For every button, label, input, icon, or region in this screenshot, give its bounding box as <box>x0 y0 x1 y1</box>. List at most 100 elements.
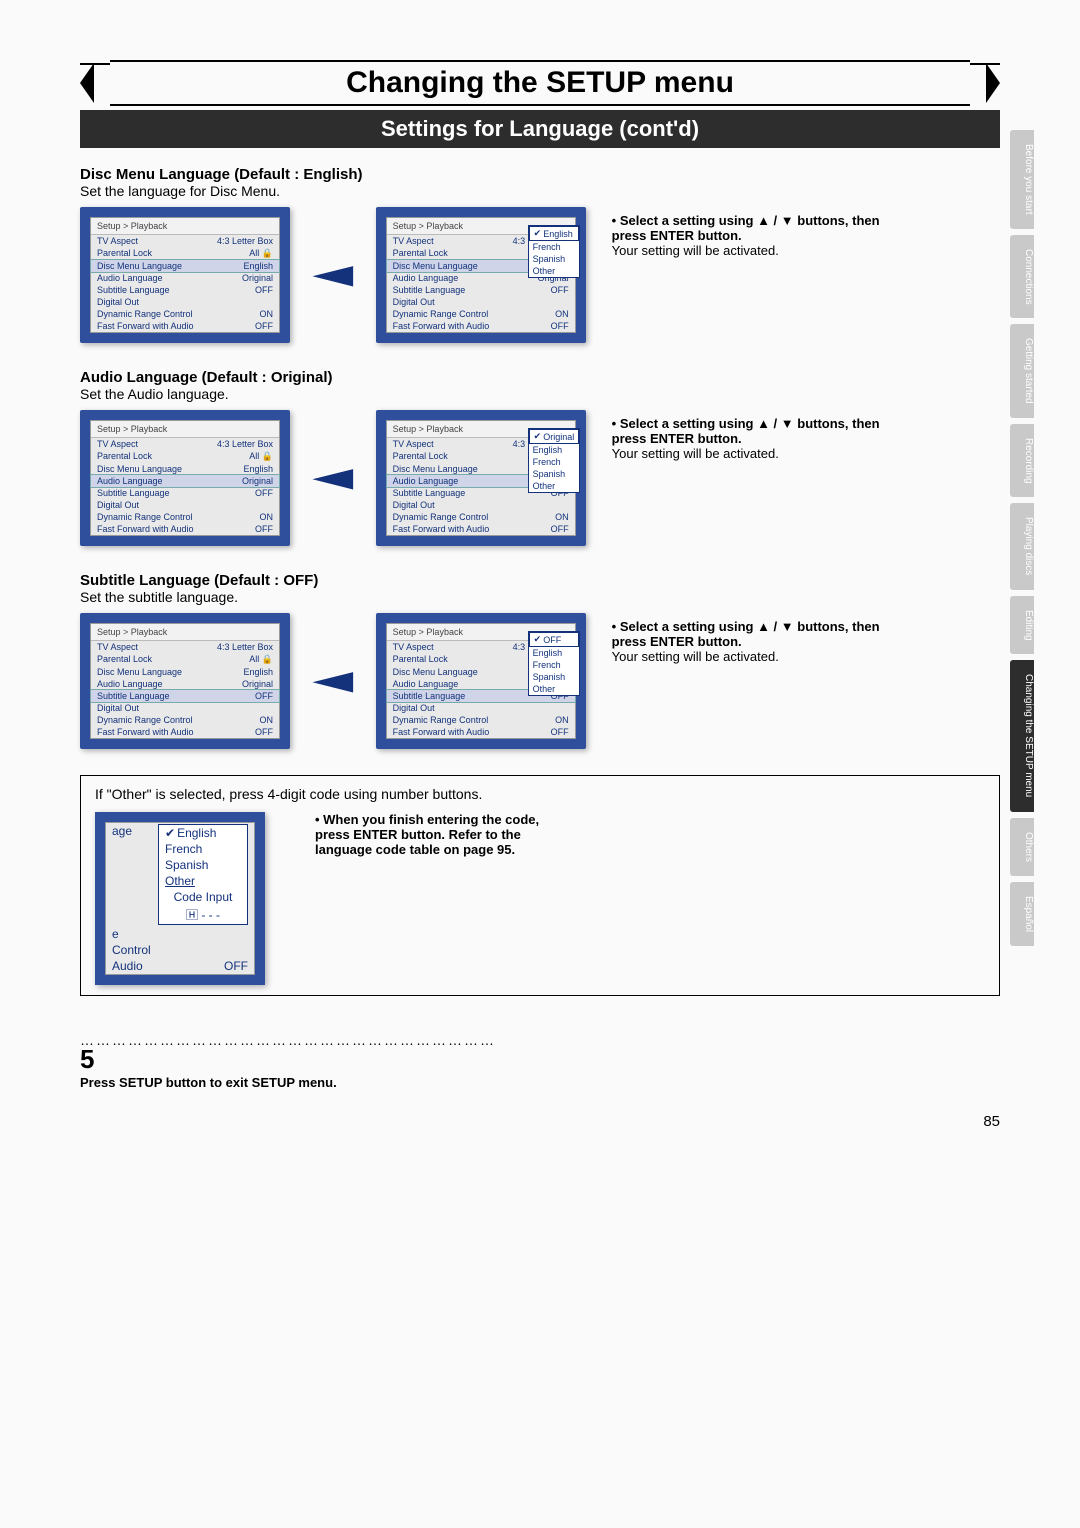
osd-row[interactable]: Subtitle LanguageOFF <box>91 284 279 296</box>
osd-row[interactable]: Digital Out <box>91 296 279 308</box>
popup-option[interactable]: Spanish <box>529 671 579 683</box>
osd-row[interactable]: Fast Forward with AudioOFF <box>387 523 575 535</box>
osd-row[interactable]: Digital Out <box>387 499 575 511</box>
osd-row[interactable]: Disc Menu LanguageEnglish <box>91 666 279 678</box>
osd-row[interactable]: Dynamic Range ControlON <box>387 714 575 726</box>
side-tab[interactable]: Connections <box>1010 235 1034 319</box>
note-plain: Your setting will be activated. <box>612 649 779 664</box>
side-tab[interactable]: Editing <box>1010 596 1034 655</box>
osd-row[interactable]: Dynamic Range ControlON <box>91 308 279 320</box>
osd-label: Disc Menu Language <box>393 667 478 677</box>
side-tab[interactable]: Changing the SETUP menu <box>1010 660 1034 811</box>
arrow-left-icon: ◄ <box>299 662 366 701</box>
osd-row[interactable]: Fast Forward with AudioOFF <box>91 523 279 535</box>
osd-row[interactable]: Fast Forward with AudioOFF <box>387 320 575 332</box>
osd-row[interactable]: Digital Out <box>91 702 279 714</box>
osd-row[interactable]: Fast Forward with AudioOFF <box>387 726 575 738</box>
osd-label: Subtitle Language <box>97 285 170 295</box>
section-heading: Audio Language (Default : Original) <box>80 369 1000 386</box>
title-text-2: SETUP <box>546 66 645 99</box>
popup-option[interactable]: OFF <box>529 632 579 647</box>
popup-option[interactable]: English <box>529 444 579 456</box>
osd-label: Parental Lock <box>97 654 152 665</box>
popup-option[interactable]: Other <box>529 683 579 695</box>
popup-option[interactable]: French <box>529 659 579 671</box>
section-subtext: Set the language for Disc Menu. <box>80 183 1000 199</box>
osd-row[interactable]: TV Aspect4:3 Letter Box <box>91 641 279 653</box>
osd-row[interactable]: Subtitle LanguageOFF <box>91 487 279 499</box>
osd-value: Original <box>242 273 273 283</box>
osd-row[interactable]: Digital Out <box>91 499 279 511</box>
osd-label: Disc Menu Language <box>97 667 182 677</box>
code-osd: age English French Spanish Other Code In… <box>95 812 265 985</box>
osd-row[interactable]: Parental LockAll 🔒 <box>91 247 279 260</box>
popup-option[interactable]: Original <box>529 429 579 444</box>
osd-label: Parental Lock <box>393 451 448 462</box>
osd-value: All 🔒 <box>249 248 273 259</box>
osd-row[interactable]: Disc Menu LanguageEnglish <box>91 463 279 475</box>
osd-row[interactable]: Audio LanguageOriginal <box>91 475 279 487</box>
popup-option[interactable]: English <box>529 226 579 241</box>
osd-row[interactable]: Digital Out <box>387 702 575 714</box>
osd-row[interactable]: Digital Out <box>387 296 575 308</box>
osd-row[interactable]: Audio LanguageOriginal <box>91 272 279 284</box>
osd-label: Digital Out <box>393 297 435 307</box>
instruction: • Select a setting using ▲ / ▼ buttons, … <box>612 213 892 258</box>
code-input-value[interactable]: 🄷 - - - <box>159 905 247 924</box>
popup-option[interactable]: English <box>529 647 579 659</box>
osd-row[interactable]: Dynamic Range ControlON <box>387 511 575 523</box>
popup-option[interactable]: French <box>529 456 579 468</box>
osd-row[interactable]: Fast Forward with AudioOFF <box>91 320 279 332</box>
osd-row[interactable]: TV Aspect4:3 Letter Box <box>91 235 279 247</box>
osd-label: Subtitle Language <box>393 488 466 498</box>
osd-row[interactable]: Dynamic Range ControlON <box>387 308 575 320</box>
side-tab[interactable]: Español <box>1010 882 1034 946</box>
section-subtext: Set the Audio language. <box>80 386 1000 402</box>
side-tab[interactable]: Getting started <box>1010 324 1034 418</box>
osd-row[interactable]: Parental LockAll 🔒 <box>91 450 279 463</box>
osd-row[interactable]: Dynamic Range ControlON <box>91 714 279 726</box>
osd-row[interactable]: Audio LanguageOriginal <box>91 678 279 690</box>
popup-option[interactable]: French <box>529 241 579 253</box>
osd-label: Subtitle Language <box>97 691 170 701</box>
info-box: If "Other" is selected, press 4-digit co… <box>80 775 1000 996</box>
side-tabs: Before you start Connections Getting start… <box>1010 130 1034 946</box>
osd-right: OriginalEnglishFrenchSpanishOther Setup … <box>376 410 586 546</box>
subheading: Settings for Language (cont'd) <box>80 110 1000 148</box>
osd-row[interactable]: Subtitle LanguageOFF <box>91 690 279 702</box>
osd-label: Fast Forward with Audio <box>97 524 194 534</box>
osd-label: Audio Language <box>393 476 459 486</box>
osd-value: ON <box>260 715 274 725</box>
osd-value: OFF <box>551 727 569 737</box>
osd-label: Audio Language <box>97 679 163 689</box>
osd-label: Audio Language <box>393 679 459 689</box>
page-title: Changing the SETUP menu <box>110 60 970 106</box>
osd-row[interactable]: Dynamic Range ControlON <box>91 511 279 523</box>
side-tab[interactable]: Others <box>1010 818 1034 876</box>
osd-row[interactable]: Disc Menu LanguageEnglish <box>91 260 279 272</box>
osd-value: OFF <box>551 285 569 295</box>
popup-option[interactable]: Spanish <box>529 468 579 480</box>
osd-row[interactable]: Fast Forward with AudioOFF <box>91 726 279 738</box>
popup-option[interactable]: English <box>159 825 247 841</box>
osd-row[interactable]: Parental LockAll 🔒 <box>91 653 279 666</box>
osd-row[interactable]: Subtitle Language OFF <box>387 284 575 296</box>
popup-option[interactable]: Other <box>529 480 579 492</box>
title-ribbon: Changing the SETUP menu <box>80 60 1000 106</box>
osd-row[interactable]: TV Aspect4:3 Letter Box <box>91 438 279 450</box>
side-tab[interactable]: Playing discs <box>1010 503 1034 589</box>
side-tab[interactable]: Before you start <box>1010 130 1034 229</box>
popup-option[interactable]: Other <box>159 873 247 889</box>
side-tab[interactable]: Recording <box>1010 424 1034 498</box>
section-disc-menu: Disc Menu Language (Default : English) S… <box>80 166 1000 343</box>
section-heading: Subtitle Language (Default : OFF) <box>80 572 1000 589</box>
popup-option[interactable]: French <box>159 841 247 857</box>
osd-value: OFF <box>255 727 273 737</box>
osd-value: English <box>243 261 273 271</box>
popup-option[interactable]: Other <box>529 265 579 277</box>
popup-option[interactable]: Spanish <box>159 857 247 873</box>
osd-label: Subtitle Language <box>393 285 466 295</box>
osd-value: OFF <box>551 524 569 534</box>
osd-label: Digital Out <box>97 703 139 713</box>
popup-option[interactable]: Spanish <box>529 253 579 265</box>
